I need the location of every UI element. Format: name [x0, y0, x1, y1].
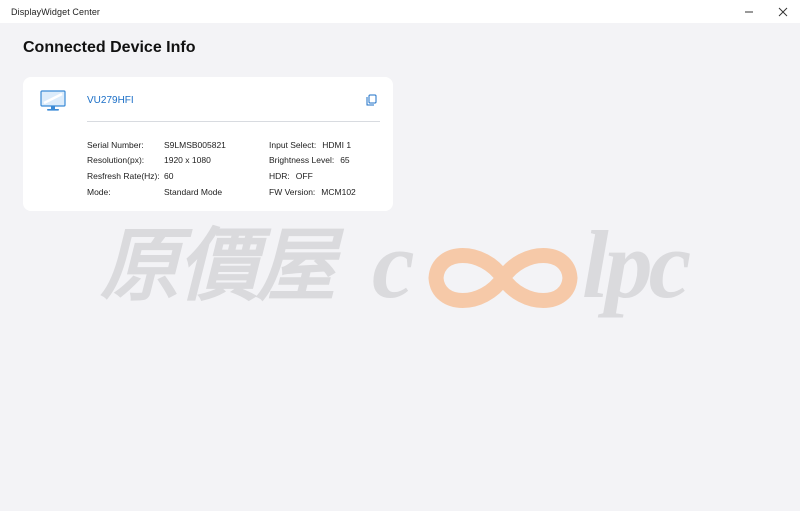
watermark-c-text: c — [372, 211, 415, 318]
refresh-rate-label: Resfresh Rate(Hz): — [87, 171, 160, 181]
minimize-icon — [745, 11, 753, 12]
fw-version-row: FW Version: MCM102 — [269, 187, 356, 197]
device-card: VU279HFI Serial Number: S9LMSB005821 Res… — [23, 77, 393, 211]
divider — [87, 121, 380, 122]
monitor-icon — [40, 90, 66, 111]
hdr-row: HDR: OFF — [269, 171, 313, 181]
watermark-logo: 原價屋 c lpc — [100, 215, 700, 325]
brightness-value: 65 — [340, 155, 350, 165]
input-select-label: Input Select: — [269, 140, 317, 150]
serial-number-label: Serial Number: — [87, 140, 144, 150]
fw-version-label: FW Version: — [269, 187, 316, 197]
infinity-loop-icon — [428, 248, 578, 308]
mode-label: Mode: — [87, 187, 111, 197]
app-title: DisplayWidget Center — [11, 6, 101, 17]
close-button[interactable] — [766, 0, 800, 23]
minimize-button[interactable] — [732, 0, 766, 23]
input-select-row: Input Select: HDMI 1 — [269, 140, 351, 150]
hdr-value: OFF — [295, 171, 313, 181]
brightness-row: Brightness Level: 65 — [269, 155, 350, 165]
watermark-cjk-text: 原價屋 — [100, 218, 336, 312]
serial-number-value: S9LMSB005821 — [164, 140, 226, 150]
fw-version-value: MCM102 — [321, 187, 356, 197]
page-title: Connected Device Info — [23, 39, 196, 56]
mode-value: Standard Mode — [164, 187, 223, 197]
watermark-lpc-text: lpc — [582, 211, 691, 318]
title-bar: DisplayWidget Center — [0, 0, 800, 23]
resolution-label: Resolution(px): — [87, 155, 145, 165]
input-select-value: HDMI 1 — [322, 140, 352, 150]
brightness-label: Brightness Level: — [269, 155, 335, 165]
close-icon — [778, 7, 788, 16]
device-name-link[interactable]: VU279HFI — [87, 95, 134, 106]
refresh-rate-value: 60 — [164, 171, 174, 181]
window-controls — [732, 0, 800, 23]
hdr-label: HDR: — [269, 171, 290, 181]
resolution-value: 1920 x 1080 — [164, 155, 211, 165]
copy-icon[interactable] — [366, 94, 377, 106]
